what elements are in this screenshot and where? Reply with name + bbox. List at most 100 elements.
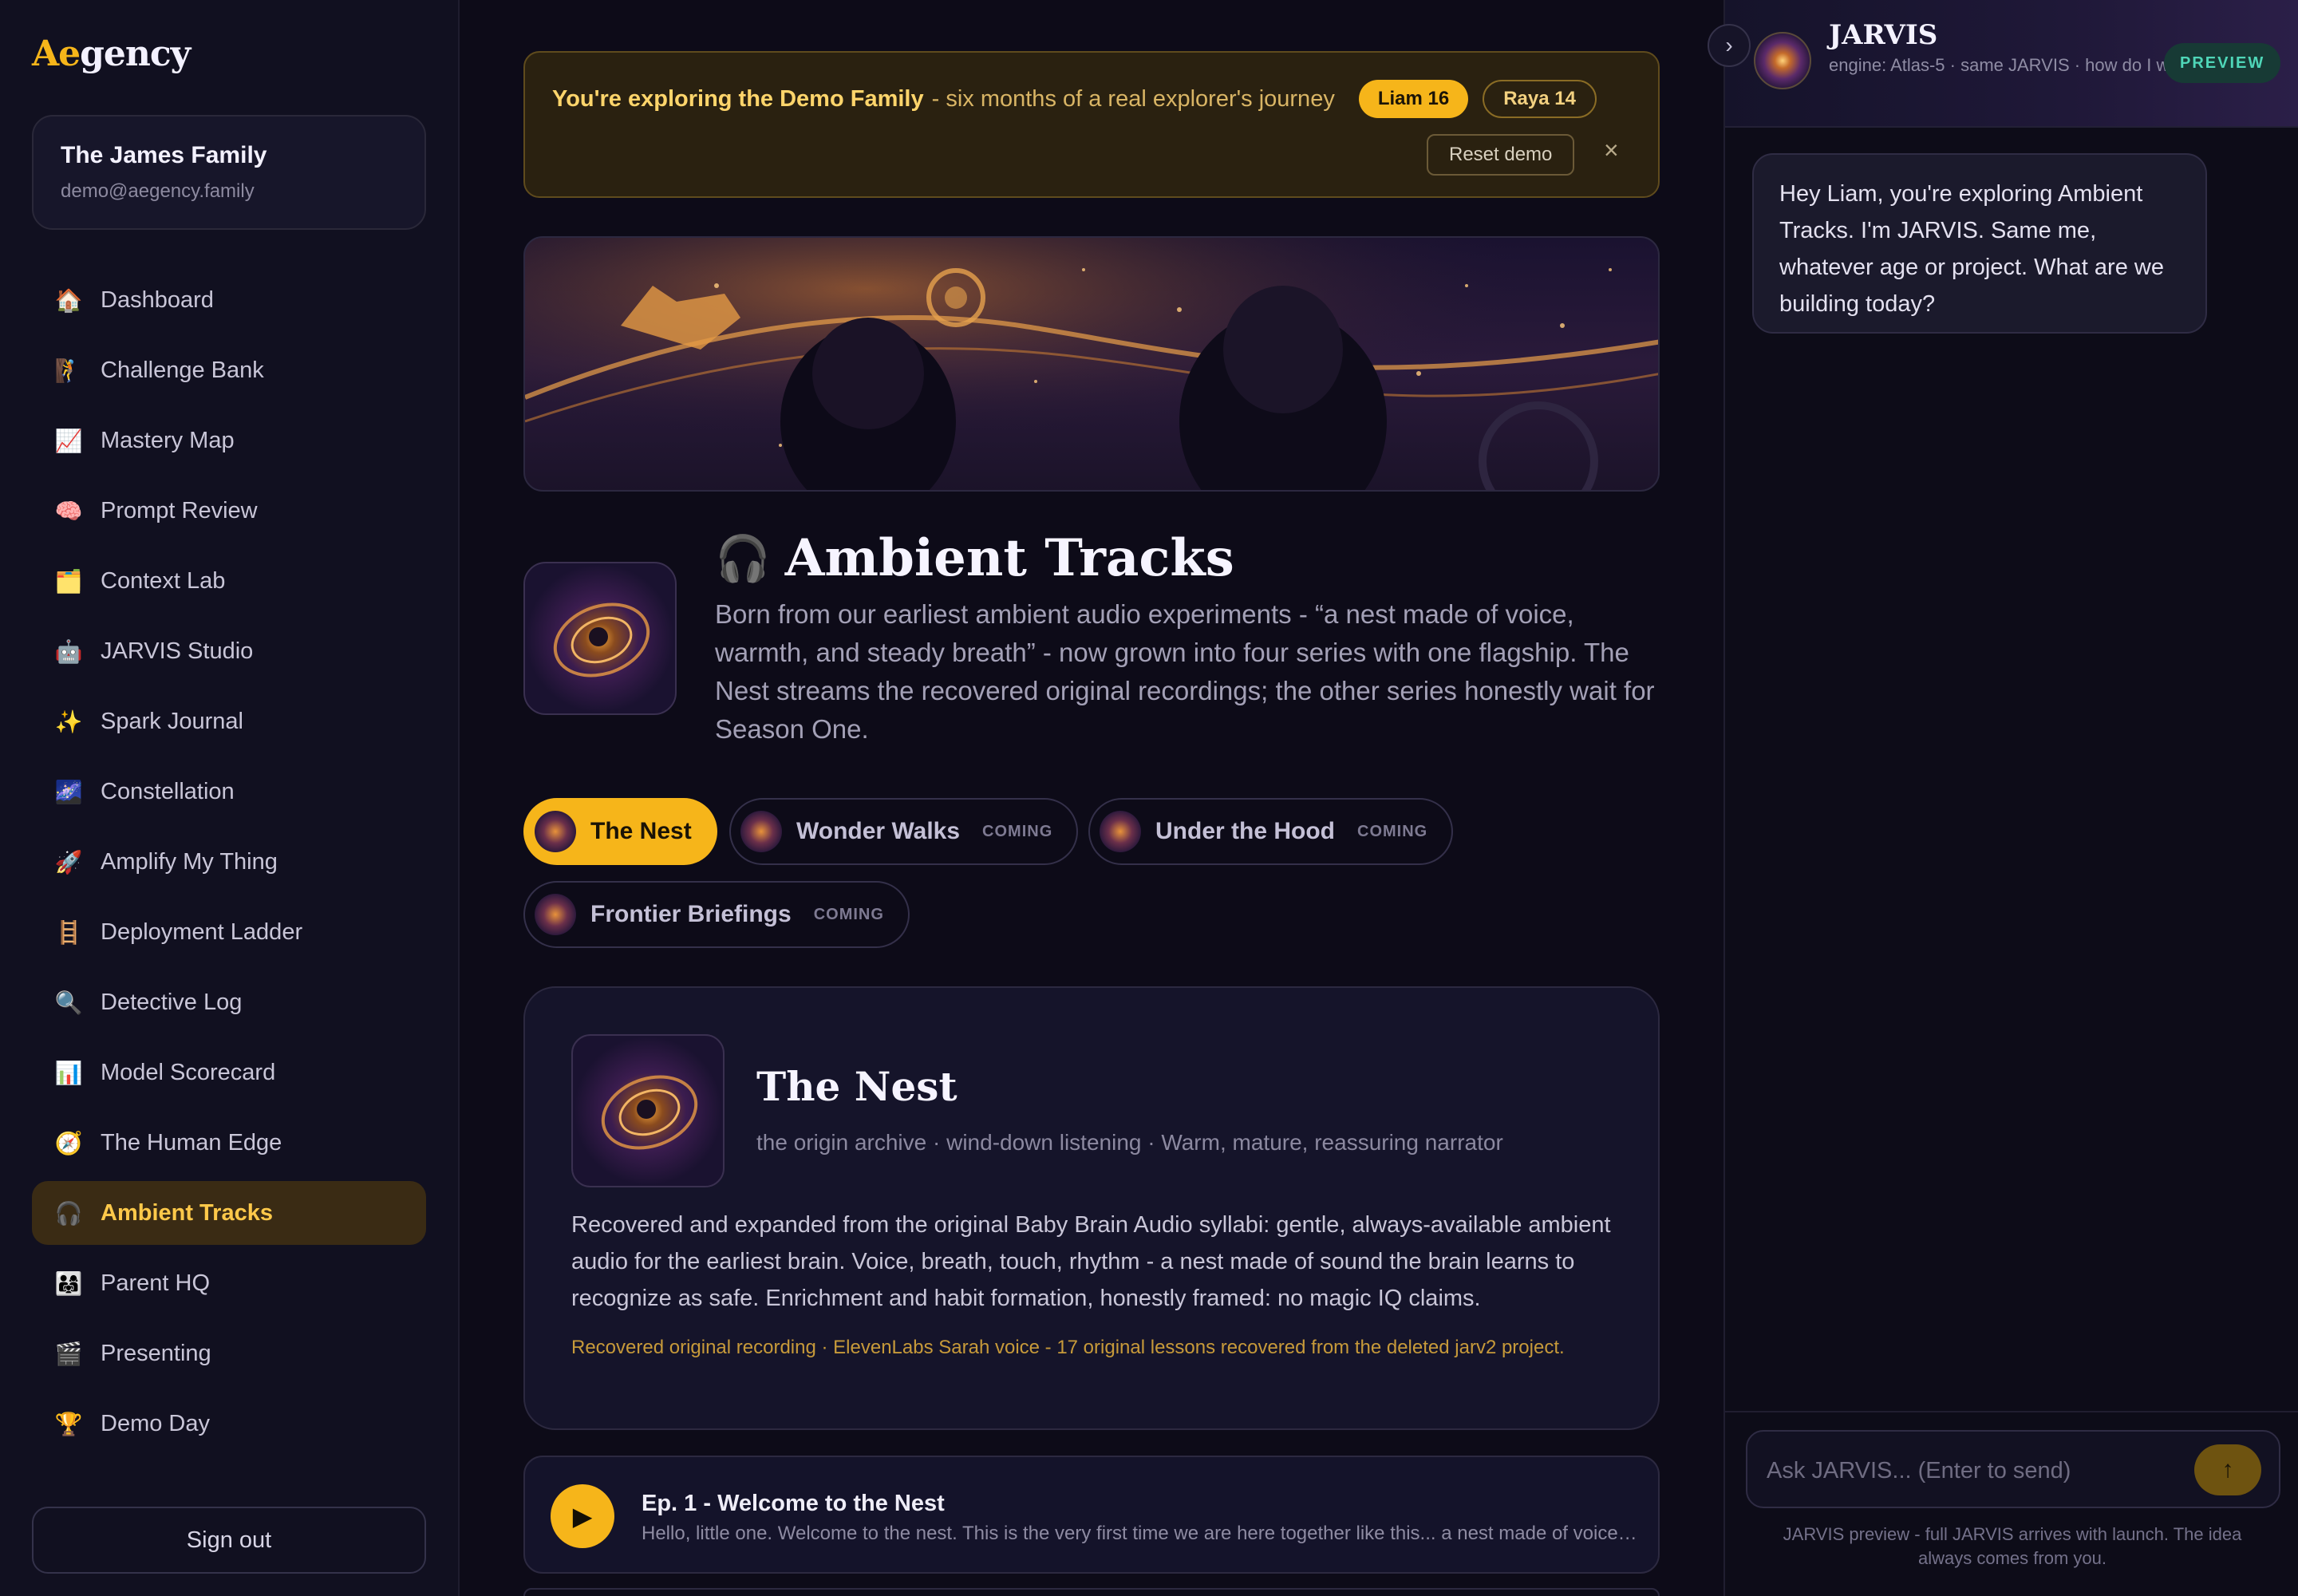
tab-under-the-hood[interactable]: Under the Hood COMING (1088, 798, 1454, 865)
series-thumbnail (1100, 811, 1141, 852)
main-content: You're exploring the Demo Family - six m… (461, 0, 1724, 1596)
jarvis-message: Hey Liam, you're exploring Ambient Track… (1752, 153, 2207, 334)
hero-banner-image (523, 236, 1660, 492)
jarvis-disclaimer: JARVIS preview - full JARVIS arrives wit… (1783, 1524, 2242, 1568)
bar-chart-icon: 📊 (54, 1060, 83, 1085)
play-icon: ▶ (572, 1502, 593, 1531)
collapse-panel-button[interactable]: › (1708, 24, 1751, 67)
swirl-artwork (601, 1075, 698, 1150)
demo-banner-lead: You're exploring the Demo Family (552, 85, 924, 112)
house-icon: 🏠 (54, 287, 83, 313)
swirl-artwork (553, 602, 650, 678)
series-title: The Nest (756, 1063, 958, 1110)
family-account-card[interactable]: The James Family demo@aegency.family (32, 115, 426, 230)
jarvis-input-box: ↑ (1746, 1430, 2280, 1508)
sidebar-item-label: Prompt Review (101, 497, 258, 523)
family-icon: 👨‍👩‍👧 (54, 1270, 83, 1296)
sidebar-item-label: Deployment Ladder (101, 918, 303, 945)
sidebar-item-label: Ambient Tracks (101, 1199, 273, 1226)
sidebar-item-spark-journal[interactable]: ✨ Spark Journal (32, 689, 426, 753)
sidebar-item-context-lab[interactable]: 🗂️ Context Lab (32, 549, 426, 613)
arrow-up-icon: ↑ (2221, 1456, 2234, 1483)
series-thumbnail (535, 811, 576, 852)
page-header: 🎧 Ambient Tracks Born from our earliest … (523, 519, 1660, 758)
sidebar-item-constellation[interactable]: 🌌 Constellation (32, 760, 426, 824)
galaxy-icon: 🌌 (54, 779, 83, 804)
page-description: Born from our earliest ambient audio exp… (715, 599, 1655, 744)
coming-badge: COMING (982, 822, 1053, 840)
sidebar-item-dashboard[interactable]: 🏠 Dashboard (32, 268, 426, 332)
rocket-icon: 🚀 (54, 849, 83, 875)
sidebar-item-label: Spark Journal (101, 708, 243, 734)
tab-wonder-walks[interactable]: Wonder Walks COMING (729, 798, 1079, 865)
sparkles-icon: ✨ (54, 709, 83, 734)
app-logo[interactable]: Aegency (32, 34, 191, 74)
reset-demo-button[interactable]: Reset demo (1427, 134, 1575, 176)
next-episode-row[interactable] (523, 1588, 1660, 1596)
chart-icon: 📈 (54, 428, 83, 453)
clapper-icon: 🎬 (54, 1341, 83, 1366)
sidebar-item-parent-hq[interactable]: 👨‍👩‍👧 Parent HQ (32, 1251, 426, 1315)
demo-banner: You're exploring the Demo Family - six m… (523, 51, 1660, 198)
profile-chip-liam[interactable]: Liam 16 (1358, 80, 1469, 118)
sidebar-item-label: The Human Edge (101, 1129, 282, 1156)
sidebar-item-amplify-my-thing[interactable]: 🚀 Amplify My Thing (32, 830, 426, 894)
sidebar-item-detective-log[interactable]: 🔍 Detective Log (32, 970, 426, 1034)
sidebar-item-label: Mastery Map (101, 427, 235, 453)
ladder-icon: 🪜 (54, 919, 83, 945)
jarvis-avatar (1754, 32, 1811, 89)
sidebar-item-presenting[interactable]: 🎬 Presenting (32, 1321, 426, 1385)
jarvis-name: JARVIS (1829, 19, 1938, 51)
sidebar-item-jarvis-studio[interactable]: 🤖 JARVIS Studio (32, 619, 426, 683)
headphones-icon: 🎧 (54, 1200, 83, 1226)
sidebar-item-label: JARVIS Studio (101, 638, 254, 664)
sidebar-item-label: Amplify My Thing (101, 848, 278, 875)
profile-chip-raya[interactable]: Raya 14 (1483, 80, 1597, 118)
play-button[interactable]: ▶ (551, 1484, 614, 1548)
chevron-right-icon: › (1725, 33, 1733, 57)
jarvis-header: JARVIS engine: Atlas-5 · same JARVIS · h… (1725, 0, 2298, 128)
coming-badge: COMING (813, 905, 884, 923)
ambient-tracks-artwork (523, 562, 677, 715)
ask-jarvis-input[interactable] (1767, 1451, 2197, 1491)
episode-row[interactable]: ▶ Ep. 1 - Welcome to the Nest Hello, lit… (523, 1456, 1660, 1574)
jarvis-panel: JARVIS engine: Atlas-5 · same JARVIS · h… (1708, 0, 2298, 1596)
page-title: 🎧 Ambient Tracks (715, 528, 1234, 588)
sidebar-item-demo-day[interactable]: 🏆 Demo Day (32, 1392, 426, 1456)
sidebar-item-deployment-ladder[interactable]: 🪜 Deployment Ladder (32, 900, 426, 964)
sidebar-item-label: Constellation (101, 778, 235, 804)
sidebar-item-the-human-edge[interactable]: 🧭 The Human Edge (32, 1111, 426, 1175)
sidebar: Aegency The James Family demo@aegency.fa… (0, 0, 460, 1596)
compass-icon: 🧭 (54, 1130, 83, 1156)
sidebar-item-label: Detective Log (101, 989, 243, 1015)
tab-frontier-briefings[interactable]: Frontier Briefings COMING (523, 881, 910, 948)
coming-badge: COMING (1357, 822, 1428, 840)
sidebar-item-label: Model Scorecard (101, 1059, 276, 1085)
series-card: The Nest the origin archive · wind-down … (523, 986, 1660, 1430)
sidebar-item-challenge-bank[interactable]: 🧗 Challenge Bank (32, 338, 426, 402)
series-artwork (571, 1034, 725, 1187)
magnifier-icon: 🔍 (54, 990, 83, 1015)
series-description: Recovered and expanded from the original… (571, 1212, 1611, 1311)
sidebar-item-prompt-review[interactable]: 🧠 Prompt Review (32, 479, 426, 543)
sidebar-item-label: Presenting (101, 1340, 211, 1366)
sidebar-item-mastery-map[interactable]: 📈 Mastery Map (32, 409, 426, 472)
preview-badge: PREVIEW (2164, 43, 2281, 83)
sidebar-item-label: Dashboard (101, 286, 214, 313)
series-subtitle: the origin archive · wind-down listening… (756, 1130, 1503, 1155)
sidebar-item-model-scorecard[interactable]: 📊 Model Scorecard (32, 1041, 426, 1104)
climber-icon: 🧗 (54, 358, 83, 383)
demo-banner-text: - six months of a real explorer's journe… (931, 85, 1335, 112)
episode-title: Ep. 1 - Welcome to the Nest (642, 1491, 945, 1516)
family-email: demo@aegency.family (61, 180, 255, 202)
headphones-icon: 🎧 (715, 531, 771, 585)
close-icon[interactable]: × (1604, 136, 1619, 165)
episode-excerpt: Hello, little one. Welcome to the nest. … (642, 1523, 1639, 1544)
sidebar-item-ambient-tracks[interactable]: 🎧 Ambient Tracks (32, 1181, 426, 1245)
robot-icon: 🤖 (54, 638, 83, 664)
sign-out-button[interactable]: Sign out (32, 1507, 426, 1574)
sidebar-item-label: Parent HQ (101, 1270, 210, 1296)
tab-the-nest[interactable]: The Nest (523, 798, 717, 865)
send-button[interactable]: ↑ (2194, 1444, 2261, 1495)
folder-icon: 🗂️ (54, 568, 83, 594)
